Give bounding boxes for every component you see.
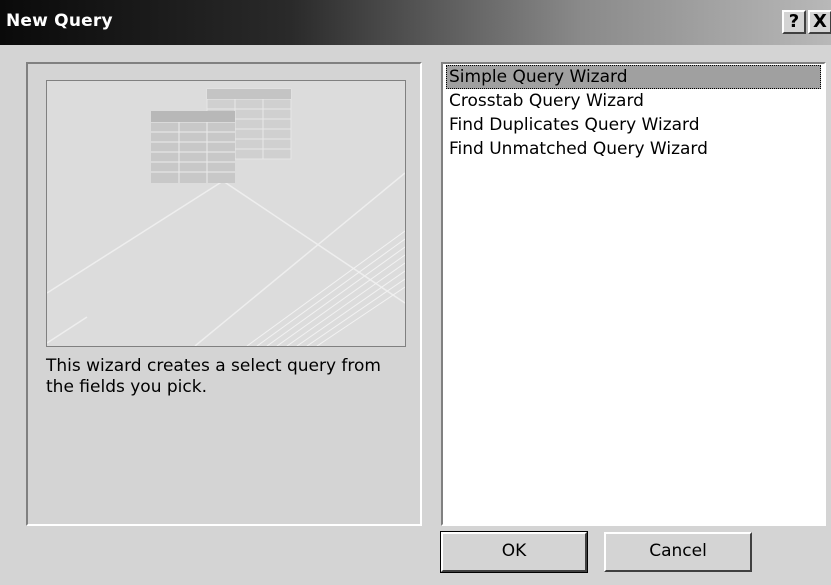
wizard-list[interactable]: Simple Query Wizard Crosstab Query Wizar…	[441, 62, 826, 526]
ok-button[interactable]: OK	[440, 531, 588, 573]
help-button[interactable]: ?	[782, 10, 806, 34]
cancel-button[interactable]: Cancel	[604, 532, 752, 572]
wizard-description: This wizard creates a select query from …	[46, 356, 381, 397]
close-button[interactable]: X	[808, 10, 831, 34]
query-preview-illustration	[46, 80, 406, 347]
window-title: New Query	[6, 11, 113, 31]
list-item-find-unmatched-query-wizard[interactable]: Find Unmatched Query Wizard	[446, 137, 821, 161]
title-bar[interactable]: New Query ? X	[0, 0, 831, 45]
list-item-simple-query-wizard[interactable]: Simple Query Wizard	[446, 65, 821, 89]
list-item-find-duplicates-query-wizard[interactable]: Find Duplicates Query Wizard	[446, 113, 821, 137]
list-item-crosstab-query-wizard[interactable]: Crosstab Query Wizard	[446, 89, 821, 113]
preview-panel: This wizard creates a select query from …	[26, 62, 422, 526]
table-grid-illustration	[47, 81, 405, 346]
